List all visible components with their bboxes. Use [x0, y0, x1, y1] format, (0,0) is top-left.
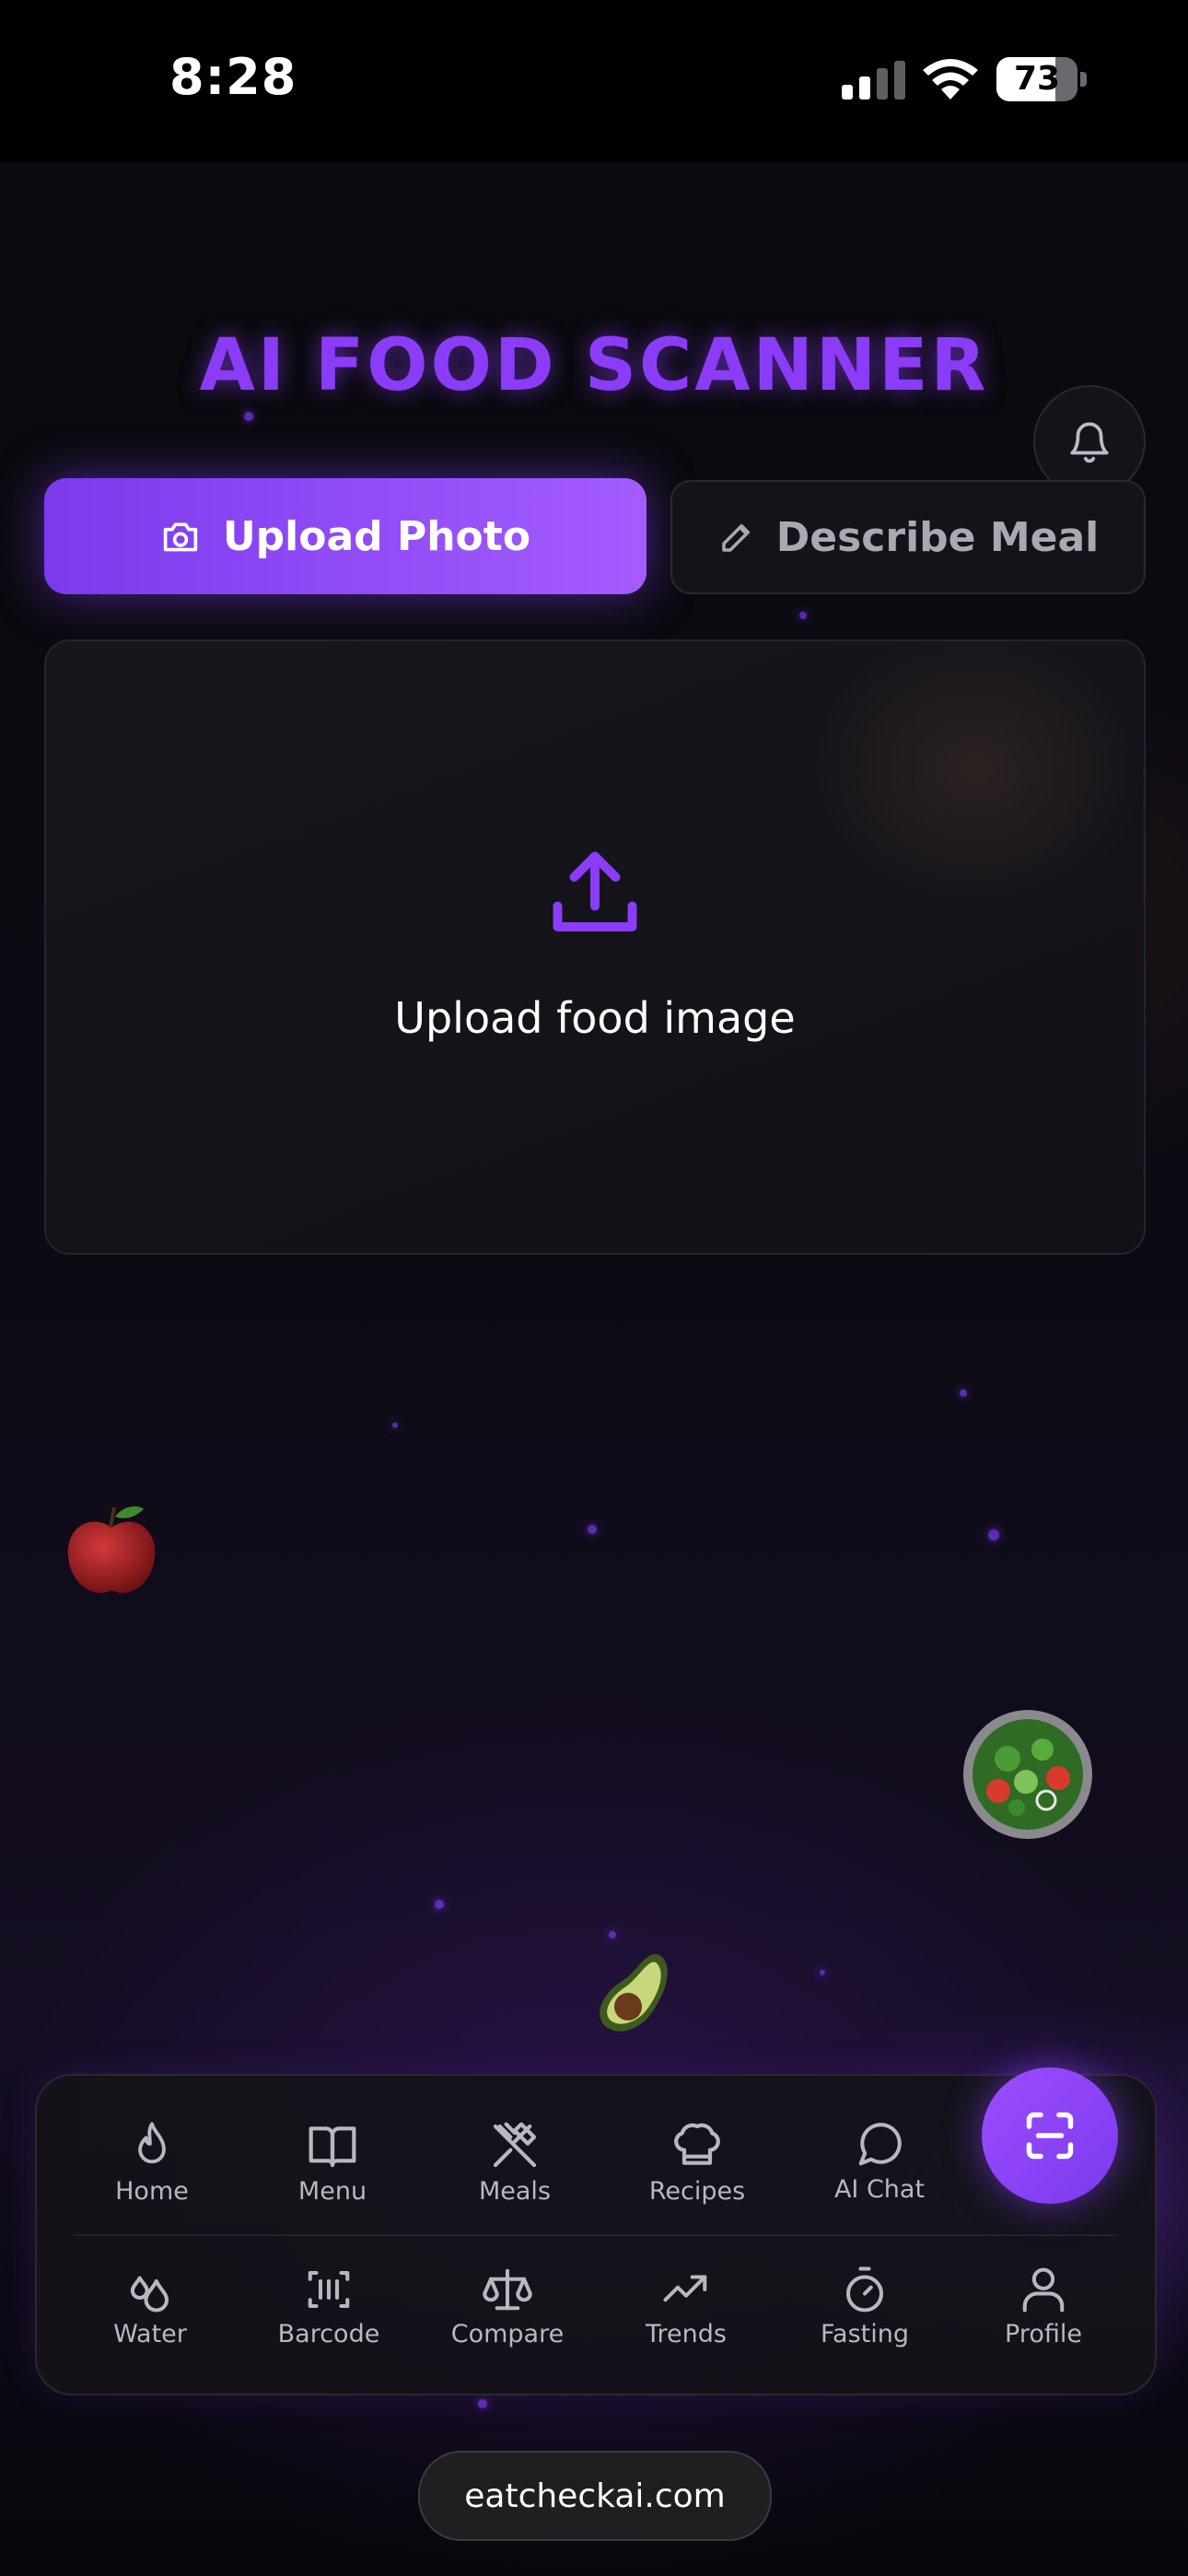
flame-icon [138, 2122, 166, 2164]
timer-icon [845, 2266, 884, 2313]
battery-percent: 73 [1013, 60, 1061, 98]
nav-item-trends[interactable]: Trends [608, 2265, 764, 2375]
nav-label: Compare [450, 2320, 565, 2348]
particle-dot [609, 1931, 616, 1938]
url-text: eatcheckai.com [464, 2476, 726, 2515]
cellular-signal-icon [842, 61, 905, 100]
particle-dot [820, 1970, 825, 1975]
describe-meal-label: Describe Meal [775, 513, 1100, 561]
trend-icon [663, 2275, 707, 2302]
nav-item-meals[interactable]: Meals [437, 2120, 593, 2231]
book-icon [309, 2126, 356, 2168]
nav-label: Barcode [277, 2320, 380, 2348]
bell-icon [1070, 422, 1109, 463]
nav-item-home[interactable]: Home [74, 2120, 230, 2231]
status-time: 8:28 [169, 48, 297, 106]
barcode-icon [308, 2270, 350, 2309]
nav-item-compare[interactable]: Compare [429, 2265, 586, 2375]
upload-photo-tab[interactable]: Upload Photo [44, 478, 646, 594]
particle-dot [478, 2399, 487, 2408]
particle-dot [244, 412, 253, 421]
camera-icon [163, 522, 198, 552]
nav-item-fasting[interactable]: Fasting [786, 2265, 943, 2375]
scan-icon [1026, 2112, 1074, 2160]
nav-label: Recipes [648, 2177, 746, 2206]
nav-item-profile[interactable]: Profile [965, 2265, 1122, 2375]
pencil-icon [722, 524, 750, 552]
scale-icon [483, 2268, 532, 2311]
avocado-icon [600, 1954, 668, 2032]
nav-label: AI Chat [833, 2175, 926, 2204]
nav-item-recipes[interactable]: Recipes [619, 2120, 775, 2231]
browser-url-pill[interactable]: eatcheckai.com [418, 2451, 772, 2541]
particle-dot [960, 1389, 967, 1397]
nav-label: Meals [478, 2177, 552, 2206]
nav-item-ai-chat[interactable]: AI Chat [801, 2120, 958, 2231]
describe-meal-tab[interactable]: Describe Meal [670, 480, 1146, 594]
user-icon [1022, 2267, 1065, 2313]
particle-dot [435, 1900, 444, 1909]
upload-dropzone[interactable]: Upload food image [44, 639, 1146, 1255]
droplets-icon [130, 2276, 169, 2313]
status-bar: 8:28 73 [0, 0, 1188, 162]
chat-icon [858, 2123, 902, 2166]
wifi-icon [923, 59, 978, 100]
upload-photo-label: Upload Photo [222, 512, 531, 560]
salad-bowl-icon [963, 1710, 1092, 1839]
nav-label: Fasting [820, 2320, 909, 2348]
battery-indicator: 73 [996, 57, 1087, 101]
nav-item-menu[interactable]: Menu [254, 2120, 411, 2231]
upload-icon [553, 851, 637, 931]
nav-label: Trends [646, 2320, 727, 2348]
particle-dot [392, 1423, 398, 1428]
scan-button[interactable] [982, 2067, 1118, 2204]
nav-divider [74, 2234, 1118, 2236]
app-title: AI FOOD SCANNER [199, 324, 989, 407]
apple-icon [67, 1506, 156, 1593]
particle-dot [588, 1525, 597, 1534]
chef-hat-icon [674, 2123, 720, 2165]
nav-label: Water [113, 2320, 187, 2348]
nav-item-barcode[interactable]: Barcode [250, 2265, 407, 2375]
particle-dot [988, 1529, 999, 1540]
upload-food-label: Upload food image [394, 993, 796, 1043]
particle-dot [799, 612, 807, 619]
nav-label: Profile [1005, 2320, 1082, 2348]
utensils-icon [493, 2122, 537, 2168]
nav-item-water[interactable]: Water [72, 2265, 228, 2375]
nav-label: Home [115, 2177, 189, 2206]
nav-label: Menu [297, 2177, 367, 2206]
